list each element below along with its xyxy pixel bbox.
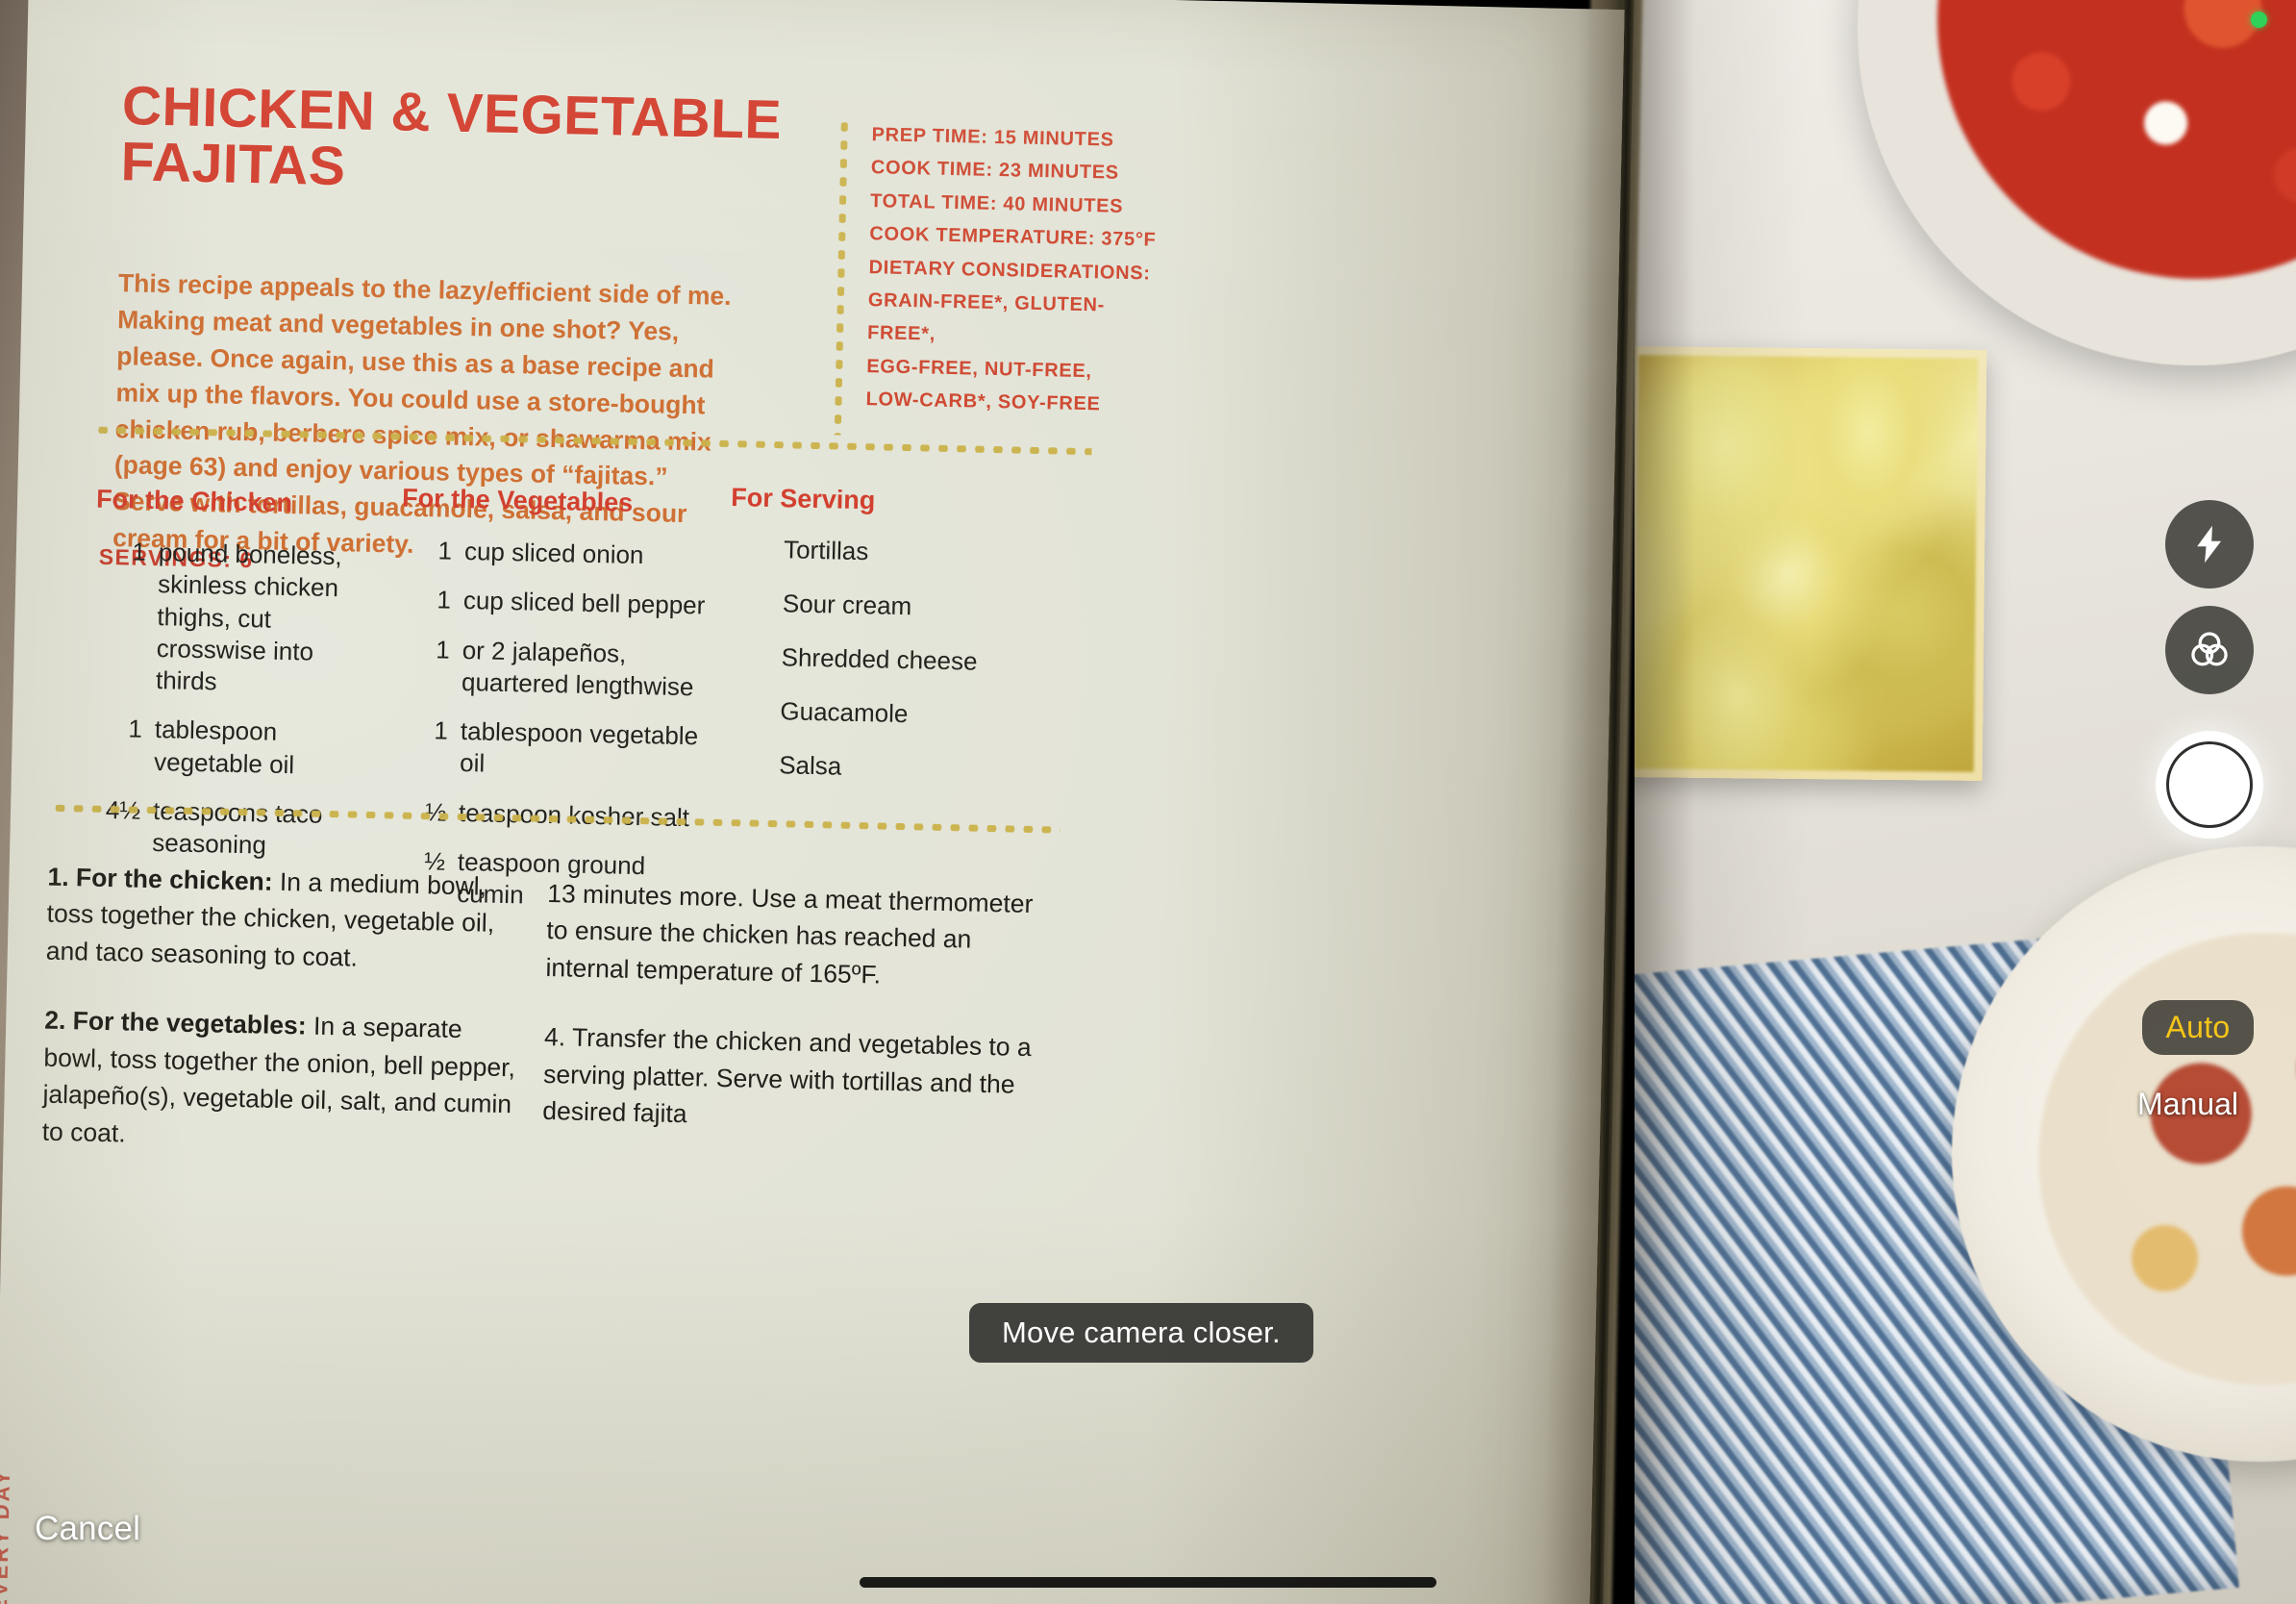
running-foot-text: EVERY DAY (0, 1467, 15, 1604)
ingredient-item: 1 cup sliced onion (401, 535, 710, 573)
ingredients-serving: For Serving Tortillas Sour cream Shredde… (724, 483, 1019, 809)
method-step-3-continued: 13 minutes more. Use a meat thermometer … (545, 878, 1034, 990)
color-filter-button[interactable] (2165, 606, 2254, 694)
shutter-inner-ring (2166, 741, 2253, 828)
ingredient-item: 1 tablespoon vegetable oil (396, 714, 705, 785)
ingredient-item: 1 or 2 jalapeños, quartered lengthwise (398, 633, 707, 703)
mode-manual-button[interactable]: Manual (2122, 1077, 2254, 1132)
ingredient-amount: 1 (128, 714, 143, 744)
serving-item: Salsa (778, 750, 842, 781)
guacamole-image (1635, 355, 1979, 772)
ingredient-amount: 4½ (88, 793, 153, 859)
method-step-2: 2. For the vegetables: In a separate bow… (41, 1002, 525, 1161)
recipe-meta: PREP TIME: 15 MINUTES COOK TIME: 23 MINU… (865, 118, 1160, 422)
method-step-1: 1. For the chicken: In a medium bowl, to… (45, 859, 528, 980)
method-column-left: 1. For the chicken: In a medium bowl, to… (41, 859, 529, 1193)
camera-scan-screen: EVERY DAY CHICKEN & VEGETABLE FAJITAS Th… (0, 0, 2296, 1604)
camera-viewfinder[interactable]: EVERY DAY CHICKEN & VEGETABLE FAJITAS Th… (0, 0, 2296, 1604)
ingredients-serving-heading: For Serving (730, 483, 876, 515)
ingredient-item: 4½ teaspoons taco seasoning (88, 793, 378, 864)
cancel-button[interactable]: Cancel (35, 1510, 140, 1548)
ingredient-text: tablespoon vegetable oil (153, 714, 295, 779)
ingredient-text: teaspoons taco seasoning (152, 796, 323, 860)
home-indicator-bar[interactable] (860, 1577, 1436, 1588)
ingredient-item: 1 tablespoon vegetable oil (90, 713, 380, 783)
serving-item: Tortillas (783, 535, 869, 566)
method-step-2-label: 2. For the vegetables: (43, 1005, 308, 1040)
method-step-4: 4. Transfer the chicken and vegetables t… (542, 1022, 1033, 1129)
camera-active-indicator (2251, 12, 2267, 28)
page-title: CHICKEN & VEGETABLE FAJITAS (120, 75, 783, 198)
ingredient-amount: 1 (437, 536, 453, 565)
ingredient-text: cup sliced onion (463, 537, 644, 570)
ingredient-text: tablespoon vegetable oil (459, 716, 699, 778)
serving-item: Shredded cheese (781, 642, 978, 676)
ingredient-item: 1 pound boneless, skinless chicken thigh… (92, 536, 385, 702)
ingredient-text: cup sliced bell pepper (462, 586, 706, 620)
ingredients-vegetables: For the Vegetables 1 cup sliced onion 1 … (393, 484, 711, 933)
flash-toggle-button[interactable] (2165, 500, 2254, 589)
ingredient-amount: 1 (132, 537, 147, 566)
serving-item: Guacamole (780, 696, 909, 729)
serving-item: Sour cream (782, 589, 912, 621)
recipe-page: EVERY DAY CHICKEN & VEGETABLE FAJITAS Th… (0, 0, 1625, 1604)
ingredient-text: or 2 jalapeños, quartered lengthwise (461, 635, 694, 702)
ingredient-amount: 1 (437, 585, 452, 614)
shutter-button[interactable] (2156, 731, 2263, 839)
method-column-right: 13 minutes more. Use a meat thermometer … (541, 875, 1047, 1173)
method-step-1-label: 1. For the chicken: (47, 862, 273, 896)
ingredient-item: 1 cup sliced bell pepper (400, 584, 709, 622)
mode-auto-button[interactable]: Auto (2142, 1000, 2254, 1055)
flash-bolt-icon (2197, 525, 2222, 564)
guacamole-photo-inset (1635, 346, 1987, 781)
ingredients-chicken: For the Chicken 1 pound boneless, skinle… (88, 485, 386, 882)
ingredients-vegetables-heading: For the Vegetables (401, 483, 634, 517)
dietary-line-1: GRAIN-FREE*, GLUTEN-FREE*, (866, 289, 1106, 346)
dietary-line-3: LOW-CARB*, SOY-FREE (865, 388, 1101, 415)
ingredient-text: pound boneless, skinless chicken thighs,… (155, 538, 343, 696)
cook-temperature: COOK TEMPERATURE: 375°F (869, 223, 1157, 251)
ingredient-amount: 1 (434, 715, 449, 745)
ingredients-chicken-heading: For the Chicken (95, 484, 293, 518)
color-filter-icon (2191, 632, 2228, 666)
guidance-toast: Move camera closer. (969, 1303, 1313, 1363)
ingredient-amount: 1 (436, 634, 451, 664)
